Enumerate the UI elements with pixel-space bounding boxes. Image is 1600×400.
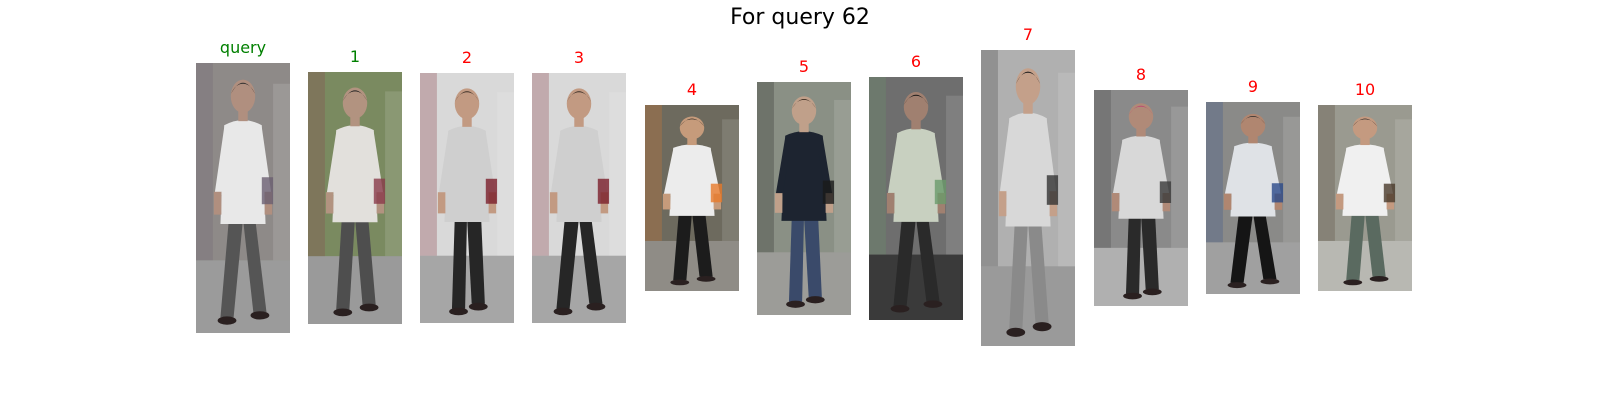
- result-panel-2: 2: [420, 49, 514, 323]
- result-image: [532, 73, 626, 323]
- query-panel: query: [196, 39, 290, 333]
- result-image: [1318, 105, 1412, 291]
- query-image: [196, 63, 290, 333]
- rank-label: 5: [798, 57, 810, 76]
- rank-label: 3: [573, 48, 585, 67]
- result-panel-9: 9: [1206, 78, 1300, 294]
- result-image: [1094, 90, 1188, 306]
- rank-label: 8: [1135, 65, 1147, 84]
- result-panel-6: 6: [869, 53, 963, 320]
- rank-label: 1: [349, 47, 361, 66]
- figure-title: For query 62: [730, 5, 870, 30]
- result-image: [308, 72, 402, 324]
- result-panel-4: 4: [645, 81, 739, 291]
- rank-label: 9: [1247, 77, 1259, 96]
- result-image: [420, 73, 514, 323]
- result-image: [981, 50, 1075, 346]
- result-panel-10: 10: [1318, 81, 1412, 291]
- result-panel-7: 7: [981, 26, 1075, 346]
- result-panel-1: 1: [308, 48, 402, 324]
- result-panel-8: 8: [1094, 66, 1188, 306]
- rank-label: 7: [1022, 25, 1034, 44]
- result-panel-5: 5: [757, 58, 851, 315]
- query-label: query: [219, 38, 267, 57]
- rank-label: 2: [461, 48, 473, 67]
- result-image: [869, 77, 963, 320]
- rank-label: 4: [686, 80, 698, 99]
- rank-label: 10: [1354, 80, 1376, 99]
- result-panel-3: 3: [532, 49, 626, 323]
- rank-label: 6: [910, 52, 922, 71]
- result-image: [645, 105, 739, 291]
- result-image: [757, 82, 851, 315]
- result-image: [1206, 102, 1300, 294]
